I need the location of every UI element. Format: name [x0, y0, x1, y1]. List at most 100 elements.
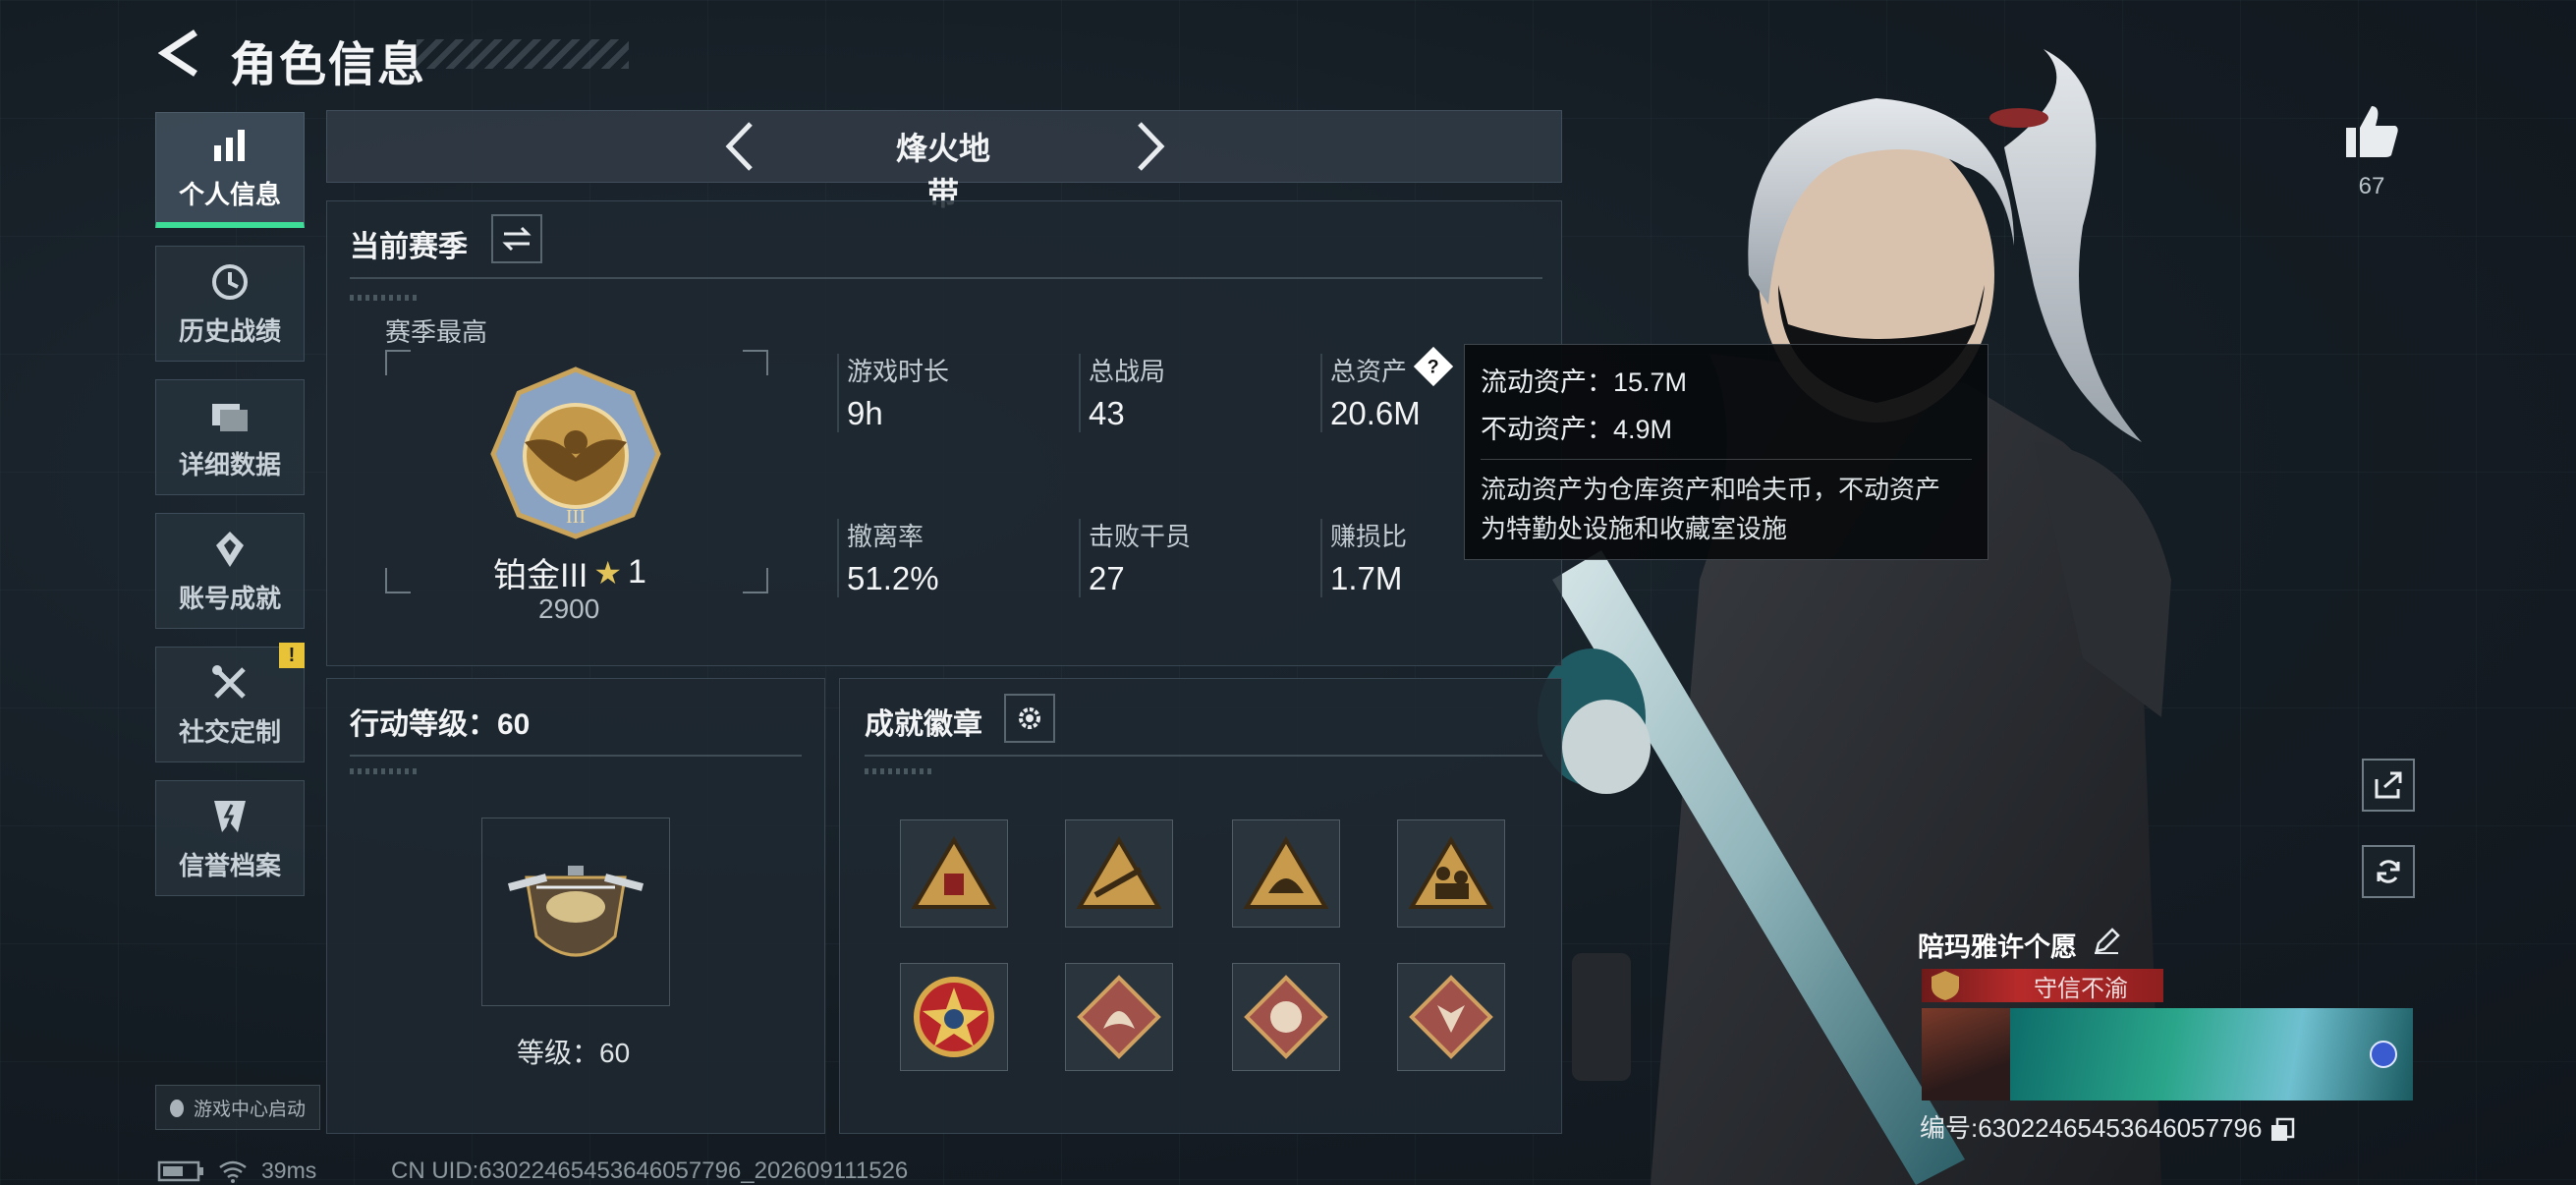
sidebar-item-label: 账号成就: [178, 583, 281, 613]
showcase-banner: [2010, 1008, 2413, 1100]
badge-soldiers[interactable]: [1397, 819, 1505, 928]
badge-wolf-icon: [1409, 975, 1493, 1059]
rank-stars: 1: [628, 553, 646, 591]
showcase-operator-thumb: [1922, 1008, 2010, 1100]
badge-rifle-icon: [1076, 836, 1162, 909]
bar-chart-icon: [214, 130, 245, 161]
sidebar-item-label: 个人信息: [178, 180, 281, 209]
chevron-right-icon: [1138, 122, 1165, 171]
stat-value-operators-defeated: 27: [1089, 560, 1125, 596]
stat-label-total-assets: 总资产: [1330, 357, 1408, 386]
mode-next-button[interactable]: [1126, 118, 1175, 175]
player-id: 编号:63022465453646057796: [1920, 1108, 2295, 1145]
badge-tiger[interactable]: [1232, 963, 1340, 1071]
frame-corner: [743, 350, 768, 375]
warning-badge: !: [279, 643, 305, 668]
switch-arrows-icon: [502, 226, 532, 252]
battery-icon: [157, 1160, 203, 1181]
stat-label-total-matches: 总战局: [1089, 357, 1166, 386]
badge-rifle[interactable]: [1065, 819, 1173, 928]
player-showcase[interactable]: [1922, 1008, 2413, 1100]
action-level-emblem-frame: [481, 818, 670, 1006]
rank-name-row: 铂金III ★ 1: [493, 548, 646, 596]
stat-value-profit-ratio: 1.7M: [1330, 560, 1403, 596]
badge-soldiers-icon: [1408, 836, 1494, 909]
mode-prev-button[interactable]: [715, 118, 764, 175]
badge-helmet[interactable]: [1232, 819, 1340, 928]
stat-separator: [1079, 519, 1081, 597]
sidebar-item-history[interactable]: 历史战绩: [155, 246, 305, 362]
tooltip-liquid-assets: 流动资产：15.7M: [1481, 367, 1688, 397]
achievement-icon: [216, 531, 244, 567]
platinum-rank-emblem-icon: III: [490, 367, 661, 539]
tooltip-desc-line1: 流动资产为仓库资产和哈夫币，不动资产: [1481, 475, 1941, 504]
share-button[interactable]: [2362, 759, 2415, 812]
folders-icon: [212, 403, 248, 431]
honor-shield-icon: [1932, 971, 1959, 1000]
badge-dragon-icon: [1077, 975, 1161, 1059]
badge-star-medal-icon: [914, 977, 994, 1057]
pencil-icon: [2095, 928, 2120, 954]
credit-shield-icon: [214, 800, 246, 832]
game-center-launch-button[interactable]: 游戏中心启动: [155, 1085, 320, 1130]
sidebar-item-credit-record[interactable]: 信誉档案: [155, 780, 305, 896]
honor-title-banner: 守信不渝: [1922, 969, 2163, 1002]
sidebar-item-label: 历史战绩: [178, 315, 281, 346]
stat-separator: [1320, 519, 1322, 597]
stat-separator: [1079, 354, 1081, 432]
game-center-label: 游戏中心启动: [194, 1099, 307, 1120]
achievements-divider: [865, 755, 1542, 757]
player-id-text: 编号:63022465453646057796: [1920, 1113, 2263, 1143]
stat-value-extraction-rate: 51.2%: [847, 560, 939, 596]
honor-title: 守信不渝: [2034, 975, 2128, 1002]
achievements-title: 成就徽章: [865, 708, 982, 741]
tooltip-divider: [1481, 459, 1972, 460]
player-name: 陪玛雅许个愿: [1918, 932, 2077, 962]
badge-crate[interactable]: [900, 819, 1008, 928]
sidebar-item-detailed-data[interactable]: 详细数据: [155, 379, 305, 495]
back-button[interactable]: [155, 28, 204, 79]
showcase-logo-icon: [2370, 1041, 2397, 1068]
wifi-icon: [219, 1160, 247, 1183]
helicopter-emblem-icon: [507, 866, 644, 957]
rank-name: 铂金III: [493, 557, 588, 594]
page-title: 角色信息: [230, 39, 427, 91]
frame-corner: [743, 568, 768, 593]
sidebar-item-achievements[interactable]: 账号成就: [155, 513, 305, 629]
season-best-label: 赛季最高: [385, 317, 488, 347]
stat-label-profit-ratio: 赚损比: [1330, 522, 1408, 551]
stat-value-playtime: 9h: [847, 395, 883, 431]
status-bar: 39ms: [157, 1157, 316, 1184]
copy-icon[interactable]: [2269, 1117, 2295, 1143]
back-arrow-icon: [158, 29, 197, 77]
like-button[interactable]: [2340, 100, 2403, 163]
star-icon: ★: [593, 554, 623, 591]
badge-dragon[interactable]: [1065, 963, 1173, 1071]
badge-helmet-icon: [1243, 836, 1329, 909]
achievements-settings-button[interactable]: [1004, 694, 1055, 743]
sidebar-item-label: 信誉档案: [178, 850, 281, 880]
stat-label-operators-defeated: 击败干员: [1089, 522, 1192, 551]
thumbs-up-icon: [2346, 106, 2398, 157]
qq-penguin-icon: [170, 1100, 184, 1117]
stat-separator: [1320, 354, 1322, 432]
season-title: 当前赛季: [350, 231, 468, 263]
refresh-button[interactable]: [2362, 845, 2415, 898]
cn-uid: CN UID:63022465453646057796_202609111526: [391, 1157, 909, 1184]
badge-star-medal[interactable]: [900, 963, 1008, 1071]
stat-separator: [837, 354, 839, 432]
decor-dots: [865, 768, 933, 774]
sidebar-item-label: 详细数据: [178, 449, 281, 480]
gear-icon: [1019, 707, 1040, 729]
svg-text:III: III: [566, 506, 586, 528]
action-level-text: 等级：60: [517, 1038, 631, 1068]
question-icon: ?: [1428, 355, 1439, 377]
badge-tiger-icon: [1244, 975, 1328, 1059]
decor-dots: [350, 768, 419, 774]
assets-tooltip: 流动资产：15.7M 不动资产：4.9M 流动资产为仓库资产和哈夫币，不动资产 …: [1464, 344, 1988, 560]
season-switch-button[interactable]: [491, 214, 542, 263]
sidebar-item-label: 社交定制: [178, 716, 281, 747]
edit-name-button[interactable]: [2093, 928, 2120, 960]
badge-wolf[interactable]: [1397, 963, 1505, 1071]
sidebar-item-personal-info[interactable]: 个人信息: [155, 112, 305, 228]
